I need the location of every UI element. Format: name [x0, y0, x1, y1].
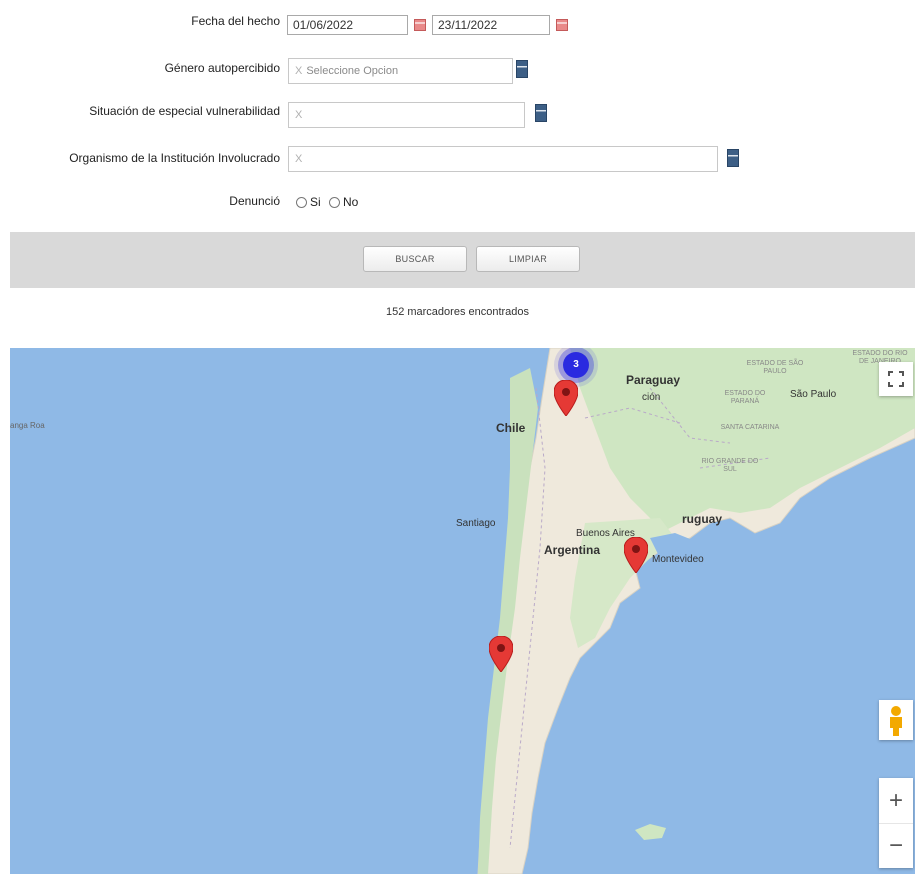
map-label-left-edge: anga Roa	[10, 421, 45, 430]
calendar-icon[interactable]	[414, 19, 426, 31]
fecha-hasta-input[interactable]: 23/11/2022	[432, 15, 550, 35]
situacion-label: Situación de especial vulnerabilidad	[89, 104, 280, 118]
fecha-desde-input[interactable]: 01/06/2022	[287, 15, 408, 35]
map-marker-pin[interactable]	[624, 537, 648, 573]
genero-label: Género autopercibido	[164, 61, 280, 75]
map-marker-pin[interactable]	[489, 636, 513, 672]
situacion-select[interactable]: X	[288, 102, 525, 128]
map-label-argentina: Argentina	[544, 543, 601, 557]
fullscreen-icon	[888, 371, 904, 387]
zoom-control: + −	[879, 778, 913, 868]
denuncio-label: Denunció	[229, 194, 280, 208]
fecha-label: Fecha del hecho	[191, 14, 280, 28]
map-label-chile: Chile	[496, 421, 526, 435]
land-falklands	[635, 824, 666, 840]
map[interactable]: Paraguay ción Chile Santiago Buenos Aire…	[10, 348, 915, 874]
genero-placeholder: Seleccione Opcion	[306, 65, 399, 77]
map-label-sao-paulo: São Paulo	[790, 389, 837, 400]
radio-no-label: No	[343, 195, 359, 209]
pegman-icon	[890, 706, 902, 736]
fullscreen-button[interactable]	[879, 362, 913, 396]
radio-no[interactable]	[329, 197, 341, 208]
clear-icon[interactable]: X	[295, 153, 302, 165]
denuncio-radio-group: Si No	[296, 195, 358, 209]
map-label-montevideo: Montevideo	[652, 554, 704, 565]
clear-icon[interactable]: X	[295, 109, 302, 121]
organismo-dropdown-icon[interactable]	[727, 149, 739, 167]
clear-button[interactable]: LIMPIAR	[476, 246, 580, 272]
organismo-select[interactable]: X	[288, 146, 718, 172]
map-marker-pin[interactable]	[554, 380, 578, 416]
map-cluster-marker[interactable]: 3	[563, 352, 589, 378]
map-label-santa-catarina: SANTA CATARINA	[720, 424, 780, 431]
pegman-button[interactable]	[879, 700, 913, 740]
map-label-asuncion: ción	[642, 392, 661, 403]
organismo-label: Organismo de la Institución Involucrado	[69, 151, 280, 165]
genero-select[interactable]: X Seleccione Opcion	[288, 58, 513, 84]
action-bar: BUSCAR LIMPIAR	[10, 232, 915, 288]
results-count: 152 marcadores encontrados	[385, 306, 530, 318]
zoom-in-button[interactable]: +	[879, 778, 913, 824]
search-button[interactable]: BUSCAR	[363, 246, 467, 272]
radio-si[interactable]	[296, 197, 307, 208]
map-label-uruguay: ruguay	[682, 512, 723, 526]
map-label-santiago: Santiago	[456, 518, 496, 529]
map-label-estado-parana: ESTADO DO PARANÁ	[724, 390, 766, 405]
calendar-icon[interactable]	[556, 19, 568, 31]
radio-si-label: Si	[310, 195, 321, 209]
clear-icon[interactable]: X	[295, 65, 302, 77]
zoom-out-button[interactable]: −	[879, 824, 913, 868]
map-label-estado-sp: ESTADO DE SÃO PAULO	[746, 360, 804, 375]
situacion-dropdown-icon[interactable]	[535, 104, 547, 122]
map-label-rio-grande: RIO GRANDE DO SUL	[701, 458, 759, 473]
map-label-paraguay: Paraguay	[626, 373, 681, 387]
genero-dropdown-icon[interactable]	[516, 60, 528, 78]
